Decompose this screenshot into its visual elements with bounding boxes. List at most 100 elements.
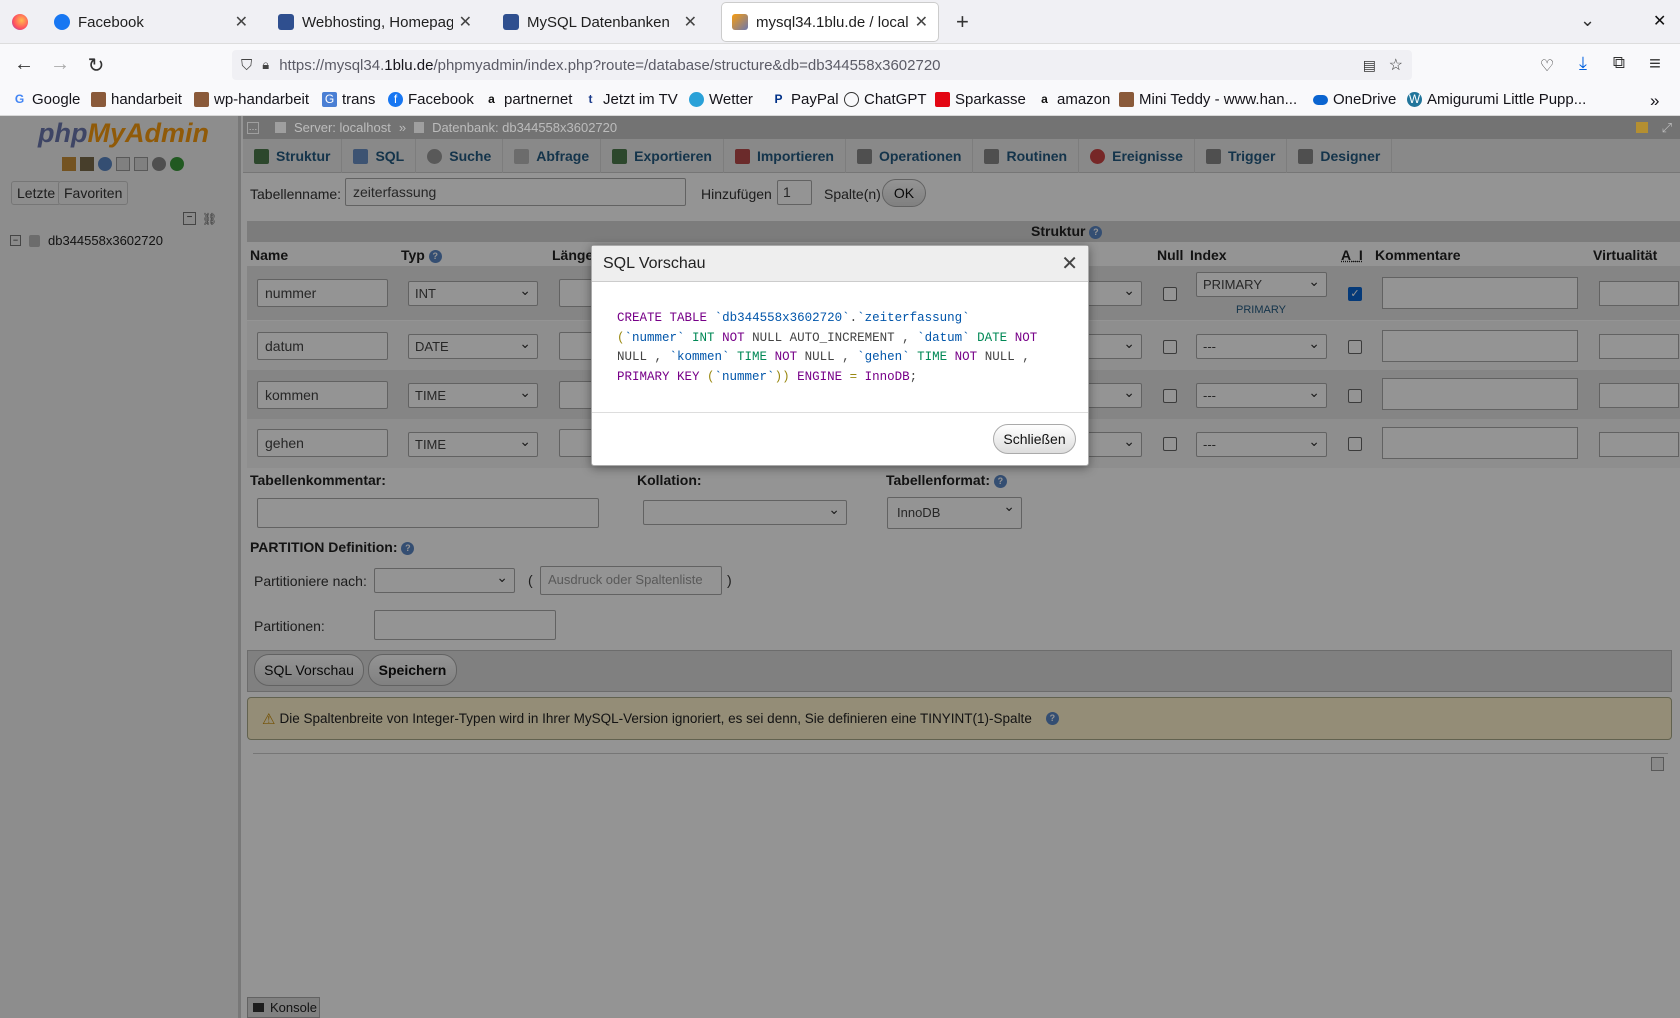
url-text: https://mysql34.1blu.de/phpmyadmin/index… [279,57,940,74]
bookmark-label: Google [32,91,81,108]
reader-mode-icon[interactable]: ▤ [1363,57,1376,74]
sql-token: = [849,369,858,384]
bookmark-label: amazon [1057,91,1111,108]
bookmark-wp-handarbeit[interactable]: wp-handarbeit [194,91,309,108]
close-button[interactable]: Schließen [993,424,1076,454]
url-bar[interactable]: ⛉ 🔒︎ https://mysql34.1blu.de/phpmyadmin/… [232,50,1412,80]
sql-token: NULL AUTO_INCREMENT , [744,330,918,345]
sql-line: (`nummer` INT NOT NULL AUTO_INCREMENT , … [617,329,1067,349]
sql-token: NULL , [977,350,1030,364]
pocket-icon[interactable]: ♡ [1535,56,1559,76]
close-icon[interactable]: ✕ [915,12,928,32]
sql-token: NULL , [617,350,670,364]
bookmark-label: Wetter [709,91,753,108]
bookmark-amazon[interactable]: a amazon [1037,91,1110,108]
tab-mysql[interactable]: MySQL Datenbanken ✕ [493,3,707,41]
reload-icon[interactable]: ↻ [84,53,108,78]
url-prefix: https://mysql34. [279,56,385,74]
sql-token: NOT [954,350,978,364]
sql-line: CREATE TABLE `db344558x3602720`.`zeiterf… [617,309,1067,329]
new-tab-button[interactable]: + [956,9,969,35]
bookmark-sparkasse[interactable]: Sparkasse [935,91,1026,108]
sql-line: PRIMARY KEY (`nummer`)) ENGINE = InnoDB; [617,368,1067,388]
sql-preview-dialog: SQL Vorschau ✕ CREATE TABLE `db344558x36… [591,245,1089,466]
dialog-header: SQL Vorschau ✕ [592,246,1088,282]
bookmark-wetter[interactable]: Wetter [689,91,753,108]
facebook-icon: f [388,92,403,107]
menu-icon[interactable]: ≡ [1643,53,1667,76]
sql-token: TIME [917,350,948,364]
modal-backdrop-nav [0,116,243,1018]
bookmark-paypal[interactable]: P PayPal [771,91,838,108]
tab-facebook[interactable]: Facebook ✕ [44,3,258,41]
firefox-icon[interactable] [12,14,28,30]
tab-list-chevron-icon[interactable]: ⌄ [1580,10,1595,31]
bookmark-label: trans [342,91,376,108]
back-icon[interactable]: ← [12,53,36,76]
sql-token: ( [617,330,625,345]
close-icon[interactable]: ✕ [459,12,472,32]
bookmark-label: Sparkasse [955,91,1026,108]
sql-token: DATE [977,330,1008,345]
sql-token: INT [692,330,715,345]
amazon-icon: a [488,92,495,106]
extensions-icon[interactable]: ⧉ [1607,53,1631,73]
bookmark-label: partnernet [504,91,573,108]
sql-token: InnoDB [864,369,910,384]
sql-token: `kommen` [669,350,730,364]
close-icon[interactable]: ✕ [1061,251,1078,276]
tab-title: MySQL Datenbanken [527,13,670,31]
download-icon[interactable]: ⤓ [1571,53,1595,74]
sparkasse-icon [935,92,950,107]
lock-icon[interactable]: 🔒︎ [262,57,269,73]
bookmark-amigurumi[interactable]: W Amigurumi Little Pupp... [1407,91,1586,108]
modal-backdrop-top [243,116,1680,139]
google-icon: G [14,92,25,106]
window-close-icon[interactable]: ✕ [1653,11,1666,31]
bookmark-chatgpt[interactable]: ChatGPT [844,91,927,108]
bookmark-onedrive[interactable]: OneDrive [1313,91,1396,108]
close-icon[interactable]: ✕ [235,12,248,32]
shield-icon[interactable]: ⛉ [241,57,252,74]
bookmark-mini-teddy[interactable]: Mini Teddy - www.han... [1119,91,1297,108]
bookmark-label: ChatGPT [864,91,927,108]
chatgpt-icon [844,92,859,107]
bookmark-label: handarbeit [111,91,182,108]
more-bookmarks-icon[interactable]: » [1650,91,1659,111]
sql-token: NOT [722,330,745,345]
tab-phpmyadmin[interactable]: mysql34.1blu.de / localho ✕ [722,3,938,41]
bookmark-star-icon[interactable]: ☆ [1389,55,1403,75]
bookmark-handarbeit[interactable]: handarbeit [91,91,182,108]
amazon-icon: a [1041,92,1048,106]
image-icon [91,92,106,107]
sql-token: PRIMARY KEY [617,369,700,384]
forward-icon[interactable]: → [48,53,72,76]
phpmyadmin-icon [732,14,748,30]
wordpress-icon: W [1407,92,1422,107]
sql-token: `datum` [917,330,970,345]
bookmark-label: Mini Teddy - www.han... [1139,91,1298,108]
bookmark-jetzt-im-tv[interactable]: t Jetzt im TV [583,91,678,108]
weather-icon [689,92,704,107]
sql-token: CREATE [617,311,663,325]
bookmark-label: Jetzt im TV [603,91,678,108]
sql-token: TIME [737,350,768,364]
tab-webhosting[interactable]: Webhosting, Homepage, ✕ [268,3,482,41]
facebook-icon [54,14,70,30]
bookmark-partnernet[interactable]: a partnernet [484,91,572,108]
sql-line: NULL , `kommen` TIME NOT NULL , `gehen` … [617,348,1067,368]
bookmark-facebook[interactable]: f Facebook [388,91,474,108]
sql-token: `gehen` [857,350,910,364]
close-icon[interactable]: ✕ [684,12,697,32]
paypal-icon: P [774,92,783,106]
bookmark-trans[interactable]: Gtrans [322,91,375,108]
bookmark-google[interactable]: G Google [12,91,81,108]
sql-token: NOT [774,350,798,364]
